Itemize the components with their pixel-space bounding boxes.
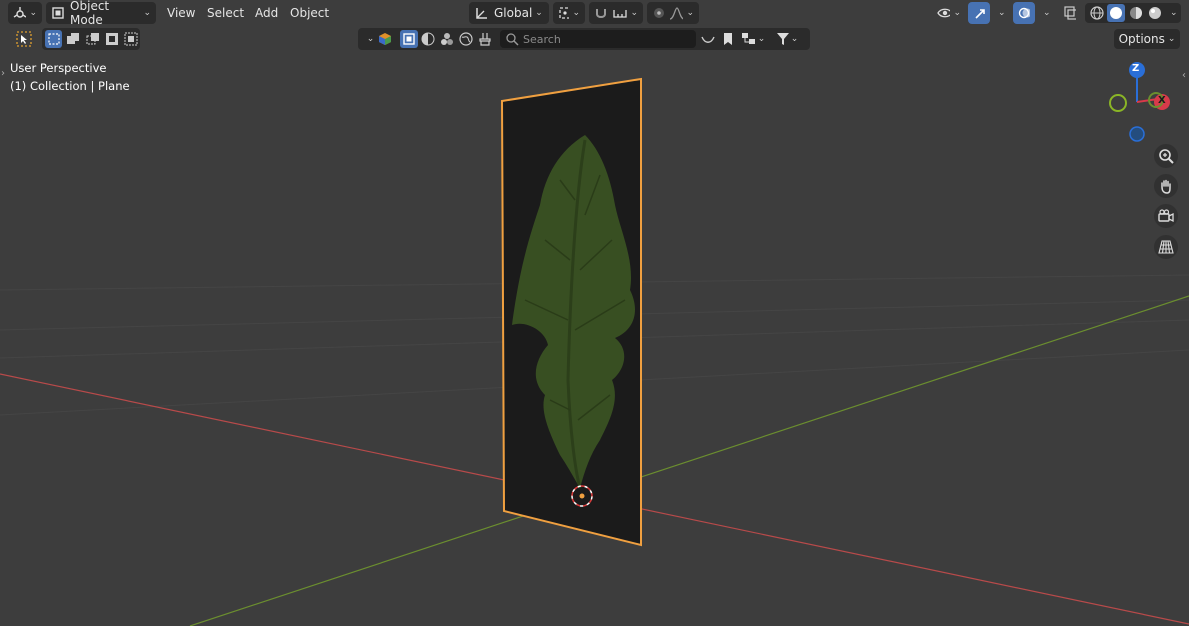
3d-viewport[interactable]: Z X User Perspective (1) Collection | Pl… [0, 0, 1189, 626]
collapse-dropdown[interactable]: ⌄ [362, 30, 376, 48]
camera-view-icon[interactable] [1154, 204, 1178, 228]
filter-toolbar: ⌄ Search ⌄ ⌄ [358, 28, 810, 50]
zoom-icon[interactable] [1154, 144, 1178, 168]
gizmo-x-label: X [1158, 95, 1166, 106]
pivot-icon [559, 7, 570, 19]
filter-texture-icon[interactable] [438, 30, 456, 48]
funnel-icon [776, 33, 789, 45]
toolbar-toggle-icon[interactable]: › [1, 68, 5, 79]
chevron-down-icon: ⌄ [1043, 8, 1051, 18]
orientation-label: Global [494, 6, 533, 20]
visibility-dropdown[interactable]: ⌄ [932, 2, 966, 24]
scene-canvas[interactable] [0, 0, 1189, 626]
wireframe-shading-icon[interactable] [1088, 4, 1105, 22]
bookmark-icon[interactable] [719, 30, 737, 48]
gizmo-icon [975, 9, 985, 19]
xray-toggle[interactable] [1059, 2, 1081, 24]
rendered-shading-icon[interactable] [1146, 4, 1163, 22]
xray-icon [1064, 6, 1076, 20]
viewport-icon [13, 7, 27, 18]
selection-mode-group [42, 28, 140, 50]
proportional-editing-group[interactable]: ⌄ [647, 2, 699, 24]
menu-add[interactable]: Add [250, 2, 283, 24]
curve-icon[interactable] [699, 30, 717, 48]
falloff-curve-icon[interactable] [669, 6, 684, 20]
menu-select[interactable]: Select [202, 2, 249, 24]
magnet-icon[interactable] [594, 6, 608, 20]
y-axis-line [189, 295, 1189, 626]
orientation-icon [476, 8, 487, 19]
collection-label: (1) Collection | Plane [10, 79, 130, 93]
eye-icon [937, 8, 951, 18]
search-placeholder: Search [523, 32, 561, 46]
perspective-toggle-icon[interactable] [1154, 235, 1178, 259]
material-preview-icon[interactable] [1127, 4, 1144, 22]
mode-dropdown[interactable]: Object Mode ⌄ [46, 0, 156, 27]
chevron-down-icon: ⌄ [1170, 8, 1178, 18]
overlay-dropdown[interactable]: ⌄ [1035, 2, 1051, 24]
sidebar-toggle-icon[interactable]: ‹ [1182, 70, 1186, 81]
overlay-icon [1018, 7, 1030, 19]
search-input[interactable]: Search [500, 30, 696, 48]
menu-object[interactable]: Object [285, 2, 334, 24]
mode-label: Object Mode [70, 0, 110, 27]
chevron-down-icon: ⌄ [998, 8, 1006, 18]
pivot-point-dropdown[interactable]: ⌄ [553, 2, 585, 24]
filter-dropdown[interactable]: ⌄ [772, 30, 802, 48]
options-label: Options [1118, 32, 1165, 46]
pan-hand-icon[interactable] [1154, 174, 1178, 198]
hierarchy-icon [741, 33, 755, 44]
chevron-down-icon: ⌄ [366, 34, 375, 44]
filter-brush-icon[interactable] [476, 30, 494, 48]
snap-increment-icon[interactable] [612, 6, 628, 20]
search-icon [506, 33, 519, 46]
filter-material-icon[interactable] [419, 30, 437, 48]
filter-object-icon[interactable] [400, 30, 418, 48]
snapping-group[interactable]: ⌄ [589, 2, 643, 24]
options-dropdown[interactable]: Options ⌄ [1114, 29, 1180, 49]
select-subtract-icon[interactable] [84, 30, 101, 48]
active-tool-button[interactable] [12, 28, 36, 50]
transform-orientation-dropdown[interactable]: Global ⌄ [469, 2, 549, 24]
plane-object[interactable] [500, 77, 642, 547]
asset-cube-icon[interactable] [376, 30, 394, 48]
gizmo-toggle[interactable] [968, 2, 990, 24]
select-invert-icon[interactable] [103, 30, 120, 48]
perspective-label: User Perspective [10, 61, 107, 75]
editor-type-dropdown[interactable]: ⌄ [8, 2, 42, 24]
select-new-icon[interactable] [45, 30, 63, 48]
select-extend-icon[interactable] [64, 30, 81, 48]
menu-view[interactable]: View [162, 2, 200, 24]
select-intersect-icon[interactable] [123, 30, 140, 48]
shading-dropdown[interactable]: ⌄ [1164, 4, 1181, 22]
gizmo-z-label: Z [1132, 63, 1140, 74]
filter-world-icon[interactable] [457, 30, 475, 48]
display-mode-dropdown[interactable]: ⌄ [738, 30, 768, 48]
shading-mode-group: ⌄ [1085, 3, 1181, 23]
overlay-toggle[interactable] [1013, 2, 1035, 24]
object-mode-icon [52, 7, 64, 19]
solid-shading-icon[interactable] [1107, 4, 1125, 22]
select-box-icon [16, 31, 32, 47]
gizmo-dropdown[interactable]: ⌄ [990, 2, 1006, 24]
proportional-edit-icon[interactable] [652, 6, 665, 20]
viewport-header: ⌄ Object Mode ⌄ View Select Add Object Gl… [0, 0, 1189, 27]
